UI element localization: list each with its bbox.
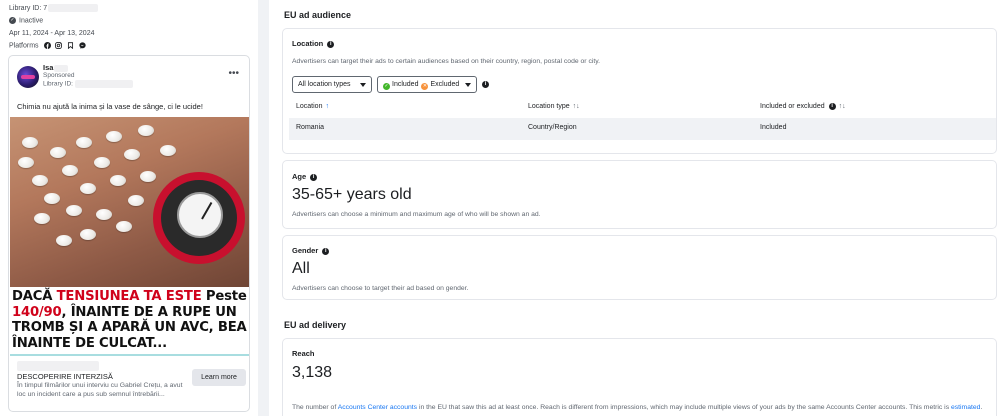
info-icon[interactable]: i xyxy=(310,174,318,181)
accounts-center-link[interactable]: Accounts Center accounts xyxy=(338,404,417,411)
panel-divider xyxy=(258,0,269,416)
eu-ad-delivery-heading: EU ad delivery xyxy=(284,320,347,330)
card-library-id: Library ID: xyxy=(43,80,133,88)
row-location: Romania xyxy=(296,124,325,131)
gender-title: Gender i xyxy=(292,246,330,255)
redacted-library-id xyxy=(74,80,133,88)
redacted-domain xyxy=(17,361,99,371)
details-panel: EU ad audience Location i Advertisers can… xyxy=(269,0,1000,416)
ad-image[interactable] xyxy=(10,117,249,287)
cta-description: În timpul filmărilor unui interviu cu Ga… xyxy=(17,382,183,398)
row-location-type: Country/Region xyxy=(528,124,577,131)
ad-body-text: Chimia nu ajută la inima și la vase de s… xyxy=(17,102,203,111)
advertiser-avatar[interactable] xyxy=(17,66,39,88)
sponsored-label: Sponsored xyxy=(43,72,75,79)
info-icon[interactable]: i xyxy=(828,103,836,110)
estimated-link[interactable]: estimated xyxy=(951,404,980,411)
sort-icon[interactable]: ↑↓ xyxy=(839,103,846,110)
inactive-status-icon: ✓ xyxy=(9,17,16,24)
advertiser-name[interactable]: Isa xyxy=(43,63,69,72)
info-icon[interactable]: i xyxy=(322,248,330,255)
facebook-icon xyxy=(43,42,51,49)
ad-headline: DACĂ TENSIUNEA TA ESTE Peste 140/90, ÎNA… xyxy=(12,289,247,351)
location-title: Location i xyxy=(292,39,335,48)
redacted-name xyxy=(54,64,69,72)
gender-card: Gender i All Advertisers can choose to ta… xyxy=(282,235,997,300)
info-icon[interactable]: i xyxy=(327,41,335,48)
age-value: 35-65+ years old xyxy=(292,186,412,203)
row-status: Included xyxy=(760,124,787,131)
included-excluded-dropdown[interactable]: ✓ Included ✕ Excluded xyxy=(377,76,477,93)
learn-more-button[interactable]: Learn more xyxy=(192,369,246,386)
library-id: Library ID: 7 xyxy=(9,4,99,12)
cta-title[interactable]: DESCOPERIRE INTERZISĂ xyxy=(17,372,113,381)
eu-ad-audience-heading: EU ad audience xyxy=(284,10,352,20)
ad-card: Isa Sponsored Library ID: ••• Chimia nu … xyxy=(8,55,250,412)
reach-card: Reach 3,138 The number of Accounts Cente… xyxy=(282,338,997,416)
location-description: Advertisers can target their ads to cert… xyxy=(292,58,601,65)
date-range: Apr 11, 2024 - Apr 13, 2024 xyxy=(9,30,95,37)
platforms: Platforms xyxy=(9,42,87,49)
reach-title: Reach xyxy=(292,349,315,358)
sort-ascending-icon[interactable]: ↑ xyxy=(325,103,329,110)
reach-description: The number of Accounts Center accounts i… xyxy=(292,404,983,411)
audience-network-icon xyxy=(68,42,74,49)
redacted-id xyxy=(48,4,99,12)
instagram-icon xyxy=(55,42,63,49)
more-options-icon[interactable]: ••• xyxy=(228,68,239,79)
reach-value: 3,138 xyxy=(292,364,333,381)
column-location[interactable]: Location ↑ xyxy=(296,103,329,110)
included-icon: ✓ xyxy=(383,83,390,90)
age-card: Age i 35-65+ years old Advertisers can ch… xyxy=(282,160,997,229)
info-icon[interactable]: i xyxy=(482,81,489,88)
chevron-down-icon xyxy=(465,83,471,87)
ad-preview-panel: Library ID: 7 ✓ Inactive Apr 11, 2024 - A… xyxy=(0,0,258,416)
location-type-dropdown[interactable]: All location types xyxy=(292,76,372,93)
divider xyxy=(10,354,249,356)
table-row: Romania Country/Region Included xyxy=(289,118,996,140)
blood-pressure-gauge xyxy=(153,172,245,264)
column-included-or-excluded[interactable]: Included or excluded i ↑↓ xyxy=(760,103,846,110)
age-title: Age i xyxy=(292,172,318,181)
sort-icon[interactable]: ↑↓ xyxy=(573,103,580,110)
age-description: Advertisers can choose a minimum and max… xyxy=(292,211,541,218)
chevron-down-icon xyxy=(360,83,366,87)
gender-description: Advertisers can choose to target their a… xyxy=(292,285,469,292)
excluded-icon: ✕ xyxy=(421,83,429,90)
gender-value: All xyxy=(292,260,310,277)
column-location-type[interactable]: Location type ↑↓ xyxy=(528,103,580,110)
messenger-icon xyxy=(79,42,87,49)
status: ✓ Inactive xyxy=(9,17,44,25)
